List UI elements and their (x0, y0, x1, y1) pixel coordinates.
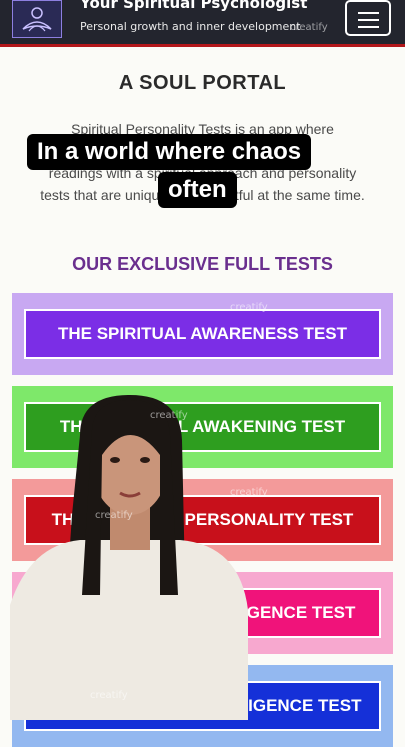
watermark: creatify (95, 510, 133, 521)
watermark: creatify (230, 302, 268, 313)
watermark: creatify (290, 22, 328, 33)
subtitle-caption: often (158, 172, 237, 208)
presenter-video-overlay (10, 395, 248, 720)
lotus-meditation-logo[interactable] (12, 0, 62, 38)
site-tagline: Personal growth and inner development (80, 20, 301, 33)
subtitle-caption: In a world where chaos (27, 134, 312, 170)
watermark: creatify (150, 410, 188, 421)
hamburger-menu-icon[interactable] (345, 0, 391, 36)
site-header: Your Spiritual Psychologist Personal gro… (0, 0, 405, 47)
spiritual-awareness-test-button[interactable]: THE SPIRITUAL AWARENESS TEST (24, 309, 381, 359)
watermark: creatify (90, 690, 128, 701)
test-card: THE SPIRITUAL AWARENESS TEST (12, 293, 393, 375)
watermark: creatify (230, 487, 268, 498)
site-title[interactable]: Your Spiritual Psychologist (80, 0, 307, 12)
page-title: A SOUL PORTAL (118, 72, 287, 94)
section-heading: OUR EXCLUSIVE FULL TESTS (72, 254, 333, 274)
